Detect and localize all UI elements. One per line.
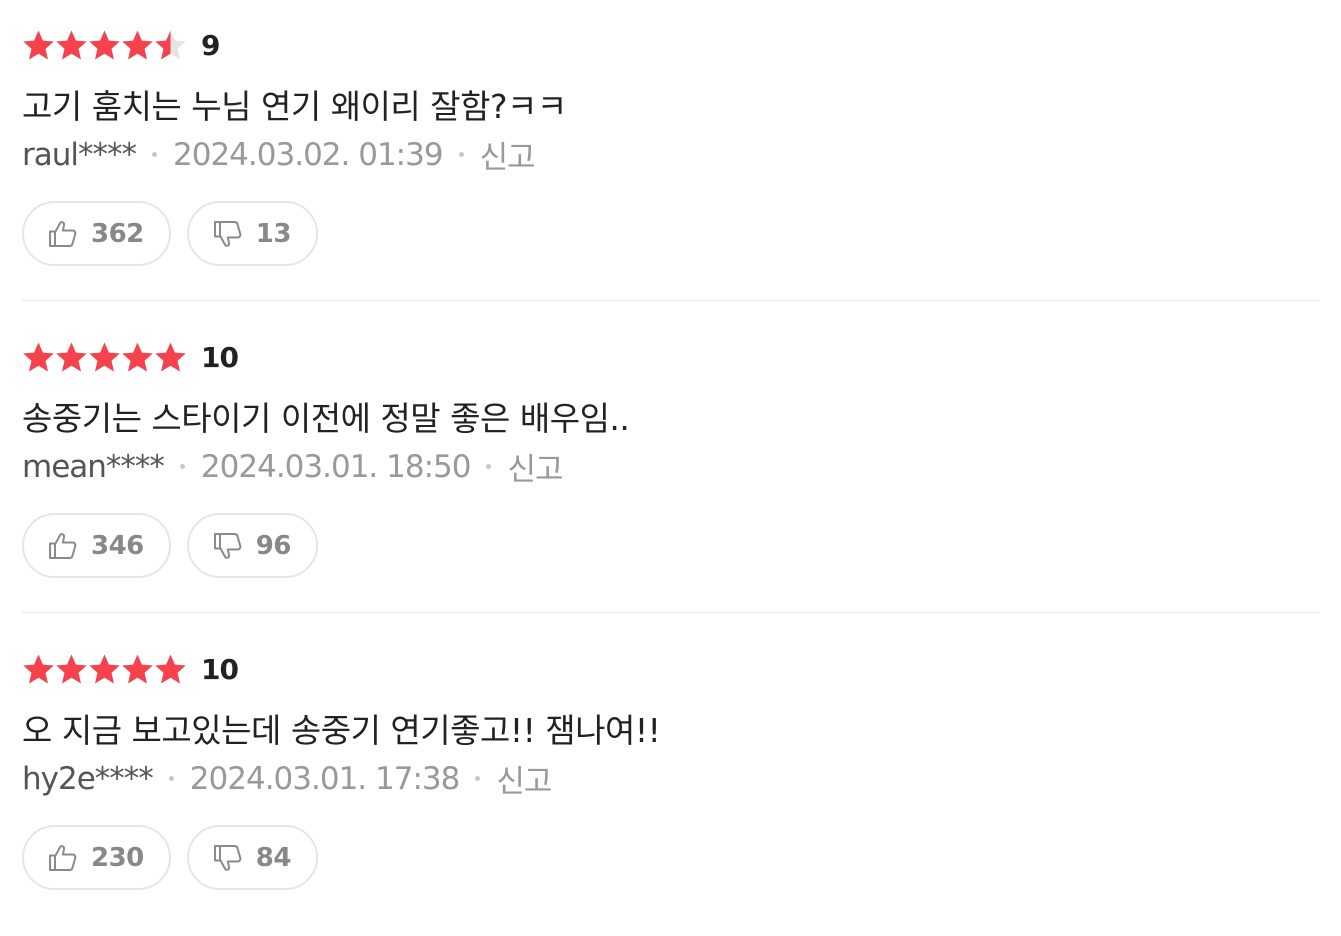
star-filled-icon bbox=[22, 653, 55, 685]
star-half-icon bbox=[154, 29, 187, 61]
thumbs-down-icon bbox=[212, 843, 244, 873]
separator-dot bbox=[475, 776, 481, 781]
dislike-button[interactable]: 96 bbox=[186, 513, 318, 578]
review-meta: hy2e**** 2024.03.01. 17:38 신고 bbox=[22, 756, 552, 801]
separator-dot bbox=[152, 152, 158, 157]
review-date: 2024.03.01. 17:38 bbox=[189, 760, 461, 797]
star-filled-icon bbox=[154, 341, 187, 373]
review-item: 10 송중기는 스타이기 이전에 정말 좋은 배우임.. mean**** 20… bbox=[22, 300, 1319, 624]
rating-score: 9 bbox=[201, 28, 221, 62]
review-date: 2024.03.02. 01:39 bbox=[173, 136, 444, 173]
like-count: 346 bbox=[91, 530, 144, 561]
report-link[interactable]: 신고 bbox=[496, 756, 552, 801]
review-item: 10 오 지금 보고있는데 송중기 연기좋고!! 잼나여!! hy2e**** … bbox=[22, 612, 1319, 936]
reviewer-id: raul**** bbox=[22, 136, 137, 173]
star-filled-icon bbox=[121, 341, 154, 373]
reviewer-id: hy2e**** bbox=[22, 760, 154, 797]
star-filled-icon bbox=[55, 29, 88, 61]
review-item: 9 고기 훔치는 누님 연기 왜이리 잘함?ㅋㅋ raul**** 2024.0… bbox=[22, 0, 1319, 312]
review-date: 2024.03.01. 18:50 bbox=[200, 448, 472, 485]
thumbs-down-icon bbox=[212, 531, 244, 561]
like-count: 230 bbox=[91, 842, 144, 873]
rating-row: 10 bbox=[22, 652, 239, 686]
review-comment: 오 지금 보고있는데 송중기 연기좋고!! 잼나여!! bbox=[22, 711, 661, 750]
review-meta: raul**** 2024.03.02. 01:39 신고 bbox=[22, 132, 536, 177]
rating-row: 10 bbox=[22, 340, 239, 374]
star-filled-icon bbox=[55, 653, 88, 685]
star-filled-icon bbox=[88, 653, 121, 685]
review-comment: 고기 훔치는 누님 연기 왜이리 잘함?ㅋㅋ bbox=[22, 87, 567, 126]
thumbs-up-icon bbox=[47, 219, 79, 249]
star-filled-icon bbox=[121, 653, 154, 685]
star-filled-icon bbox=[55, 341, 88, 373]
star-filled-icon bbox=[22, 29, 55, 61]
thumbs-down-icon bbox=[212, 219, 244, 249]
rating-score: 10 bbox=[201, 340, 239, 374]
star-rating bbox=[22, 653, 187, 685]
star-filled-icon bbox=[121, 29, 154, 61]
separator-dot bbox=[168, 776, 174, 781]
like-count: 362 bbox=[91, 218, 144, 249]
thumbs-up-icon bbox=[47, 531, 79, 561]
reviewer-id: mean**** bbox=[22, 448, 165, 485]
vote-buttons: 362 13 bbox=[22, 201, 334, 266]
report-link[interactable]: 신고 bbox=[507, 444, 563, 489]
vote-buttons: 346 96 bbox=[22, 513, 334, 578]
dislike-count: 84 bbox=[255, 842, 292, 873]
star-rating bbox=[22, 341, 187, 373]
separator-dot bbox=[458, 152, 464, 157]
thumbs-up-icon bbox=[47, 843, 79, 873]
like-button[interactable]: 230 bbox=[22, 825, 171, 890]
dislike-count: 96 bbox=[255, 530, 292, 561]
review-list: 9 고기 훔치는 누님 연기 왜이리 잘함?ㅋㅋ raul**** 2024.0… bbox=[22, 0, 1319, 936]
star-filled-icon bbox=[154, 653, 187, 685]
separator-dot bbox=[486, 464, 492, 469]
separator-dot bbox=[179, 464, 185, 469]
dislike-count: 13 bbox=[255, 218, 292, 249]
star-rating bbox=[22, 29, 187, 61]
dislike-button[interactable]: 13 bbox=[186, 201, 318, 266]
dislike-button[interactable]: 84 bbox=[186, 825, 318, 890]
star-filled-icon bbox=[88, 341, 121, 373]
review-comment: 송중기는 스타이기 이전에 정말 좋은 배우임.. bbox=[22, 399, 630, 438]
rating-score: 10 bbox=[201, 652, 239, 686]
like-button[interactable]: 362 bbox=[22, 201, 171, 266]
vote-buttons: 230 84 bbox=[22, 825, 334, 890]
review-meta: mean**** 2024.03.01. 18:50 신고 bbox=[22, 444, 564, 489]
star-filled-icon bbox=[88, 29, 121, 61]
report-link[interactable]: 신고 bbox=[480, 132, 536, 177]
rating-row: 9 bbox=[22, 28, 221, 62]
star-filled-icon bbox=[22, 341, 55, 373]
like-button[interactable]: 346 bbox=[22, 513, 171, 578]
